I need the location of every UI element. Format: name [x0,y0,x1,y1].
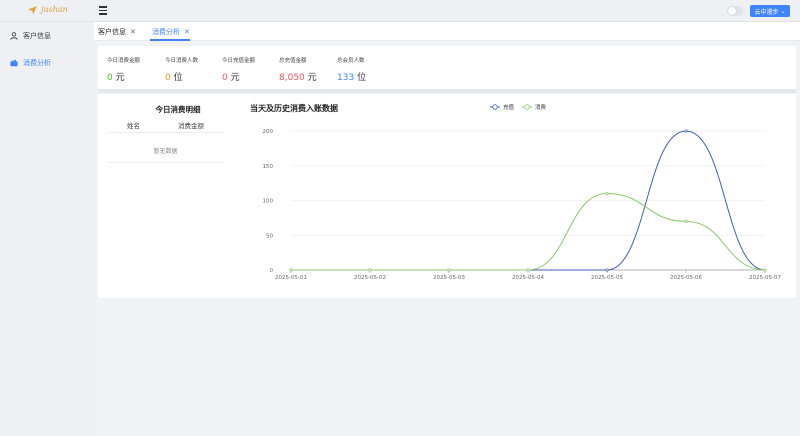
tab-label: 消费分析 [152,28,180,36]
data-point [684,129,688,133]
y-tick-label: 150 [263,164,274,170]
sidebar-item-label: 客户信息 [23,32,51,40]
x-tick-label: 2025-05-02 [354,275,386,281]
x-tick-label: 2025-05-06 [670,275,702,281]
app-logo[interactable]: jushan [28,5,68,14]
theme-toggle[interactable] [727,6,743,16]
user-name: 云中漫步 [754,8,779,16]
logo-text: jushan [41,5,68,14]
close-icon[interactable]: ✕ [184,28,190,36]
y-tick-label: 200 [263,129,274,135]
tab-label: 客户信息 [98,28,126,36]
menu-toggle-icon[interactable] [99,6,107,15]
section-divider [98,89,796,93]
legend-label: 消费 [535,103,547,111]
stat-unit: 位 [357,73,367,83]
top-bar: jushan 云中漫步 ⌄ [0,0,800,22]
stat-label: 总充值金额 [279,58,307,64]
data-point [605,192,609,196]
sidebar-item-label: 消费分析 [23,59,51,67]
x-tick-label: 2025-05-03 [433,275,465,281]
user-menu-button[interactable]: 云中漫步 ⌄ [750,5,790,17]
stat-label: 今日消费人数 [165,58,199,64]
x-tick-label: 2025-05-05 [591,275,623,281]
analysis-panel: 今日消费明细 姓名 消费金额 暂无数据 当天及历史消费入账数据 0 50 100 15… [98,94,796,298]
stat-value: 0 [165,73,171,83]
tab-customer-info[interactable]: 客户信息 ✕ [98,27,136,37]
stat-value: 133 [337,73,355,83]
stat-today-consumption-amount: 今日消费金额 0 元 [107,56,140,83]
tab-consumption-analysis[interactable]: 消费分析 ✕ [152,27,190,37]
data-point [763,268,767,272]
stat-total-member-count: 总会员人数 133 位 [337,56,366,83]
sidebar-item-consumption-analysis[interactable]: 消费分析 [10,58,51,68]
y-tick-label: 100 [263,199,274,205]
stat-label: 今日消费金额 [107,58,141,64]
tab-bar: 客户信息 ✕ 消费分析 ✕ [94,22,800,41]
stat-unit: 位 [173,73,183,83]
y-tick-label: 0 [270,268,274,274]
legend-marker [492,104,498,110]
x-tick-label: 2025-05-04 [512,275,544,281]
stat-unit: 元 [307,73,317,83]
stats-card: 今日消费金额 0 元 今日消费人数 0 位 今日充值金额 0 元 总充值金额 8… [98,46,796,89]
stat-total-recharge-amount: 总充值金额 8,050 元 [279,56,317,83]
line-chart: 0 50 100 150 200 2025-05-01 2025-05-02 2025-05-… [263,103,782,281]
stat-unit: 元 [115,73,125,83]
stat-unit: 元 [230,73,240,83]
legend-label: 充值 [503,103,515,111]
sidebar-item-customer-info[interactable]: 客户信息 [10,31,51,41]
paper-plane-icon [28,5,37,14]
stat-label: 总会员人数 [337,58,365,64]
sidebar: 客户信息 消费分析 [0,22,94,436]
data-point [289,268,293,272]
stat-value: 0 [107,73,113,83]
close-icon[interactable]: ✕ [130,28,136,36]
stat-value: 8,050 [279,73,305,83]
data-point [368,268,372,272]
active-tab-indicator [150,39,190,41]
wallet-icon [10,59,18,67]
stat-value: 0 [222,73,228,83]
stat-label: 今日充值金额 [222,58,256,64]
user-icon [10,32,18,40]
series-line-consumption [290,193,766,271]
stat-today-consumer-count: 今日消费人数 0 位 [165,56,198,83]
data-point [526,268,530,272]
stat-today-recharge-amount: 今日充值金额 0 元 [222,56,255,83]
y-tick-label: 50 [266,233,273,239]
data-point [447,268,451,272]
data-point [605,268,609,272]
data-point [684,219,688,223]
legend-marker [524,104,530,110]
x-tick-label: 2025-05-01 [275,275,307,281]
chevron-down-icon: ⌄ [780,7,786,15]
x-tick-label: 2025-05-07 [749,275,781,281]
